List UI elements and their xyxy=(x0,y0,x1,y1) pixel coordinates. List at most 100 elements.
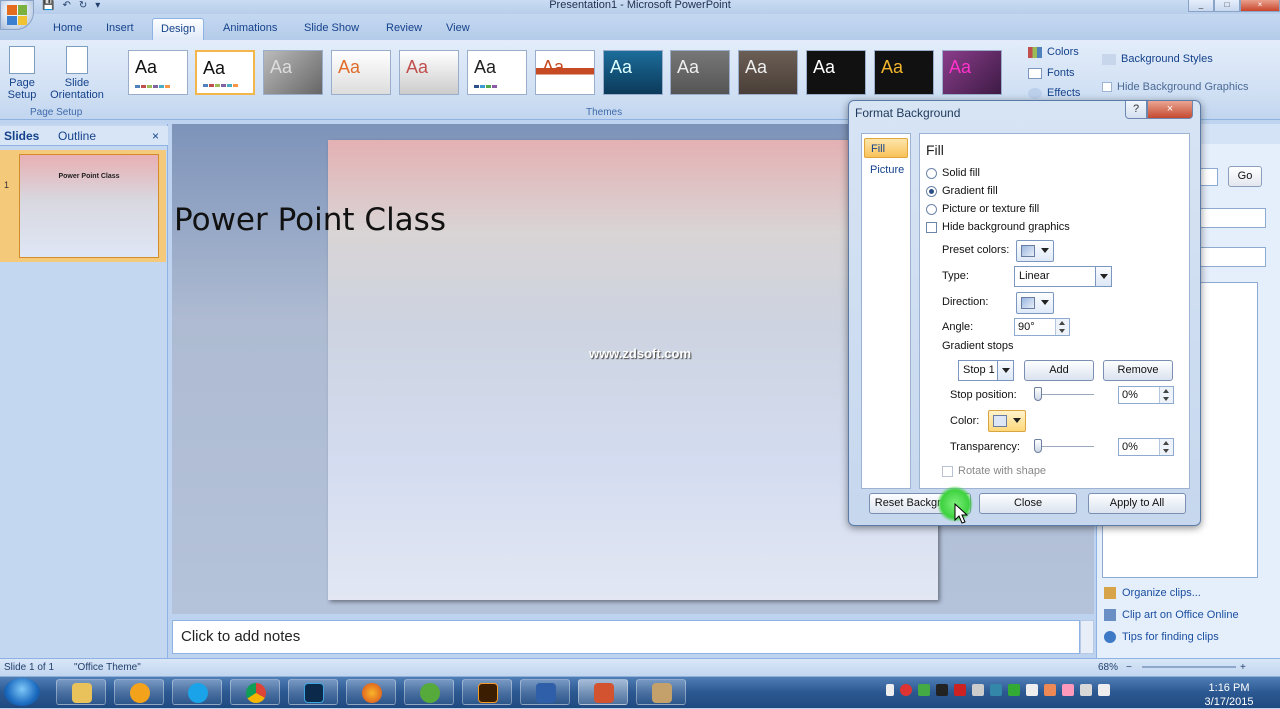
tray-monitor-icon[interactable] xyxy=(936,684,948,696)
colors-button[interactable]: Colors xyxy=(1028,46,1079,58)
zoom-in-button[interactable]: + xyxy=(1240,662,1246,673)
tray-record-icon[interactable] xyxy=(900,684,912,696)
gradient-fill-radio[interactable] xyxy=(926,186,937,197)
theme-opulent[interactable]: Aa xyxy=(942,50,1002,95)
taskbar-chrome[interactable] xyxy=(230,679,280,705)
taskbar-media-player[interactable] xyxy=(114,679,164,705)
organize-clips-link[interactable]: Organize clips... xyxy=(1104,587,1201,599)
page-setup-button[interactable]: Page Setup xyxy=(4,46,40,101)
apply-to-all-button[interactable]: Apply to All xyxy=(1088,493,1186,514)
theme-metro[interactable]: Aa xyxy=(806,50,866,95)
theme-office[interactable]: Aa xyxy=(128,50,188,95)
slider-thumb[interactable] xyxy=(1034,439,1042,453)
close-window-button[interactable]: × xyxy=(1240,0,1280,12)
theme-office-selected[interactable]: Aa xyxy=(195,50,255,95)
theme-flow[interactable]: Aa xyxy=(603,50,663,95)
tab-animations[interactable]: Animations xyxy=(215,18,285,40)
type-select[interactable]: Linear xyxy=(1014,266,1112,287)
volume-icon[interactable] xyxy=(1098,684,1110,696)
tab-slides[interactable]: Slides xyxy=(4,129,39,143)
maximize-button[interactable]: □ xyxy=(1214,0,1240,12)
tab-view[interactable]: View xyxy=(438,18,478,40)
tray-app-icon[interactable] xyxy=(1062,684,1074,696)
nav-fill[interactable]: Fill xyxy=(864,138,908,158)
spinner-arrows-icon[interactable] xyxy=(1055,319,1069,335)
spinner-arrows-icon[interactable] xyxy=(1159,439,1173,455)
gradient-fill-label[interactable]: Gradient fill xyxy=(942,185,998,197)
minimize-button[interactable]: _ xyxy=(1188,0,1214,12)
tray-network-icon[interactable] xyxy=(990,684,1002,696)
angle-spinner[interactable]: 90° xyxy=(1014,318,1070,336)
slide-orientation-button[interactable]: Slide Orientation xyxy=(44,46,110,101)
undo-icon[interactable]: ↶ xyxy=(62,0,70,12)
taskbar-app-user[interactable] xyxy=(636,679,686,705)
tab-home[interactable]: Home xyxy=(45,18,90,40)
tray-tool-icon[interactable] xyxy=(1026,684,1038,696)
taskbar-explorer[interactable] xyxy=(56,679,106,705)
tray-whatsapp-icon[interactable] xyxy=(1008,684,1020,696)
spinner-arrows-icon[interactable] xyxy=(1159,387,1173,403)
hide-bg-graphics-checkbox[interactable] xyxy=(926,222,937,233)
theme-foundry[interactable]: Aa xyxy=(670,50,730,95)
transparency-slider[interactable] xyxy=(1034,439,1094,453)
slide-title[interactable]: Power Point Class xyxy=(0,202,620,238)
stop-select[interactable]: Stop 1 xyxy=(958,360,1014,381)
notes-pane[interactable]: Click to add notes xyxy=(172,620,1080,654)
remove-stop-button[interactable]: Remove xyxy=(1103,360,1173,381)
taskbar-illustrator[interactable] xyxy=(462,679,512,705)
tab-design[interactable]: Design xyxy=(152,18,205,40)
go-button[interactable]: Go xyxy=(1228,166,1262,187)
slider-thumb[interactable] xyxy=(1034,387,1042,401)
stop-position-spinner[interactable]: 0% xyxy=(1118,386,1174,404)
tray-signal-icon[interactable] xyxy=(1080,684,1092,696)
tips-finding-clips-link[interactable]: Tips for finding clips xyxy=(1104,631,1219,643)
tab-review[interactable]: Review xyxy=(378,18,430,40)
solid-fill-label[interactable]: Solid fill xyxy=(942,167,980,179)
rotate-with-shape-label[interactable]: Rotate with shape xyxy=(958,465,1046,477)
tab-slide-show[interactable]: Slide Show xyxy=(296,18,367,40)
fonts-button[interactable]: Fonts xyxy=(1028,67,1075,79)
close-button[interactable]: Close xyxy=(979,493,1077,514)
preset-colors-dropdown[interactable] xyxy=(1016,240,1054,262)
theme-module[interactable]: Aa xyxy=(874,50,934,95)
direction-dropdown[interactable] xyxy=(1016,292,1054,314)
tray-sync-icon[interactable] xyxy=(918,684,930,696)
clip-art-online-link[interactable]: Clip art on Office Online xyxy=(1104,609,1239,621)
zoom-level[interactable]: 68% xyxy=(1098,662,1118,673)
taskbar-clock[interactable]: 1:16 PM 3/17/2015 xyxy=(1198,681,1260,709)
search-in-select[interactable] xyxy=(1200,208,1266,228)
dialog-help-button[interactable]: ? xyxy=(1125,101,1147,119)
tray-flag-icon[interactable] xyxy=(1044,684,1056,696)
taskbar-utorrent[interactable] xyxy=(404,679,454,705)
dialog-close-button[interactable]: × xyxy=(1147,101,1193,119)
taskbar-firefox[interactable] xyxy=(346,679,396,705)
zoom-out-button[interactable]: − xyxy=(1126,662,1132,673)
panel-close-icon[interactable]: × xyxy=(152,129,159,143)
notes-scrollbar[interactable] xyxy=(1080,620,1094,654)
redo-icon[interactable]: ↻ xyxy=(79,0,87,12)
hide-bg-graphics-label[interactable]: Hide background graphics xyxy=(942,221,1070,233)
stop-position-slider[interactable] xyxy=(1034,387,1094,401)
nav-picture[interactable]: Picture xyxy=(864,160,908,180)
tray-expand-icon[interactable] xyxy=(886,684,894,696)
tray-keyboard-icon[interactable] xyxy=(972,684,984,696)
theme-concourse[interactable]: Aa xyxy=(467,50,527,95)
background-styles-button[interactable]: Background Styles xyxy=(1102,53,1213,65)
search-input[interactable] xyxy=(1200,168,1218,186)
theme-civic[interactable]: Aa xyxy=(399,50,459,95)
rotate-with-shape-checkbox[interactable] xyxy=(942,466,953,477)
picture-texture-fill-label[interactable]: Picture or texture fill xyxy=(942,203,1039,215)
solid-fill-radio[interactable] xyxy=(926,168,937,179)
zoom-slider[interactable] xyxy=(1142,666,1236,668)
tab-insert[interactable]: Insert xyxy=(98,18,142,40)
theme-median[interactable]: Aa xyxy=(738,50,798,95)
save-icon[interactable]: 💾 xyxy=(42,0,54,12)
picture-texture-fill-radio[interactable] xyxy=(926,204,937,215)
tab-outline[interactable]: Outline xyxy=(58,129,96,143)
theme-apex[interactable]: Aa xyxy=(263,50,323,95)
taskbar-skype[interactable] xyxy=(172,679,222,705)
add-stop-button[interactable]: Add xyxy=(1024,360,1094,381)
theme-aspect[interactable]: Aa xyxy=(331,50,391,95)
customize-qat-icon[interactable]: ▾ xyxy=(95,0,100,12)
taskbar-word[interactable] xyxy=(520,679,570,705)
